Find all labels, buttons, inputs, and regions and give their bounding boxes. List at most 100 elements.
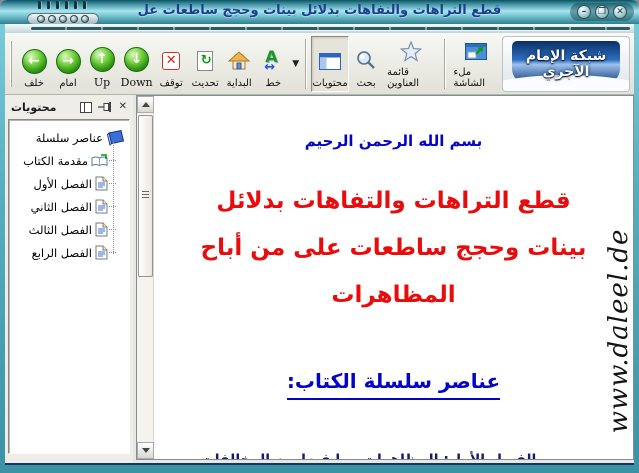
document-body: بسم الله الرحمن الرحيم قطع التراهات والت… (154, 96, 633, 459)
scroll-up-button[interactable] (137, 96, 154, 113)
stop-icon: ✕ (162, 52, 180, 70)
down-label: Down (121, 76, 153, 89)
forward-button[interactable]: → امام (51, 36, 85, 92)
window-controls: – ❐ ✕ (570, 3, 634, 21)
tree-item-chapter-1[interactable]: الفصل الأول (11, 172, 125, 195)
site-watermark: www.daleel.de (604, 216, 634, 446)
screw-icon (59, 15, 67, 23)
close-icon[interactable]: ✕ (613, 5, 627, 19)
tree-item-chapter-2[interactable]: الفصل الثاني (11, 195, 125, 218)
toolbar-separator (444, 39, 446, 89)
favorites-star-icon (400, 41, 422, 62)
toolbar: ← خلف → امام ↑ Up ↓ Down ✕ توقف ↻ تحديث (5, 33, 634, 95)
scroll-down-button[interactable] (137, 442, 154, 459)
window-title: قطع التراهات والتفاهات بدلائل بينات وحجج… (90, 3, 549, 18)
page-icon (95, 245, 108, 260)
sidebar-header: محتويات ✕ (8, 97, 130, 117)
font-dropdown-arrow-icon[interactable]: ▼ (292, 59, 299, 69)
contents-button[interactable]: محتويات (311, 36, 349, 92)
contents-tree: عناصر سلسلة مقدمة الكتاب (8, 119, 130, 454)
fullscreen-icon (465, 43, 487, 60)
font-label: خط (265, 78, 281, 89)
contents-icon (319, 53, 341, 70)
forward-label: امام (59, 78, 76, 89)
vent-slot (83, 1, 86, 9)
panel-toggle-icon[interactable] (80, 102, 92, 113)
window-body: ← خلف → امام ↑ Up ↓ Down ✕ توقف ↻ تحديث (5, 24, 634, 464)
down-button[interactable]: ↓ Down (119, 36, 154, 92)
pin-icon[interactable] (98, 102, 113, 112)
vent-slot (56, 1, 59, 9)
search-icon (355, 50, 377, 72)
sidebar-title: محتويات (11, 101, 56, 114)
sidebar-close-icon[interactable]: ✕ (119, 102, 127, 112)
screw-icon (81, 15, 89, 23)
toolbar-separator (305, 39, 307, 89)
tree-item-label: مقدمة الكتاب (23, 154, 88, 168)
vent-decoration (38, 1, 86, 9)
contents-label: محتويات (312, 78, 347, 89)
stop-button[interactable]: ✕ توقف (154, 36, 188, 92)
scroll-down-icon (142, 448, 150, 453)
tree-item-label: عناصر سلسلة (36, 131, 103, 145)
tree-item-chapter-4[interactable]: الفصل الرابع (11, 241, 125, 264)
maximize-icon[interactable]: ❐ (595, 5, 609, 19)
page-icon (95, 176, 108, 191)
up-label: Up (94, 76, 110, 89)
stop-label: توقف (160, 78, 183, 89)
back-icon: ← (22, 49, 47, 74)
refresh-icon: ↻ (197, 51, 213, 71)
back-label: خلف (24, 78, 44, 89)
forward-icon: → (56, 49, 81, 74)
fullscreen-label: ملء الشاشة (454, 67, 499, 89)
tree-item-series-root[interactable]: عناصر سلسلة (11, 126, 125, 149)
open-book-icon (91, 154, 108, 168)
home-button[interactable]: البداية (222, 36, 256, 92)
page-icon (95, 199, 108, 214)
vertical-scrollbar[interactable] (137, 96, 154, 459)
contents-sidebar: محتويات ✕ (5, 95, 133, 464)
screw-icon (70, 15, 78, 23)
page-icon (95, 222, 108, 237)
font-button[interactable]: A↔ خط (256, 36, 290, 92)
tree-item-label: الفصل الأول (33, 177, 92, 191)
up-button[interactable]: ↑ Up (85, 36, 119, 92)
tree-item-label: الفصل الثاني (31, 200, 92, 214)
back-button[interactable]: ← خلف (17, 36, 51, 92)
tree-item-introduction[interactable]: مقدمة الكتاب (11, 149, 125, 172)
scroll-up-icon (142, 102, 150, 107)
document-pane: بسم الله الرحمن الرحيم قطع التراهات والت… (136, 95, 634, 460)
groove-decoration (5, 24, 634, 33)
search-button[interactable]: بحث (349, 36, 383, 92)
screw-icon (48, 15, 56, 23)
tree-guide-line (113, 142, 114, 254)
book-icon (106, 129, 125, 146)
clipped-bottom-line: الفصل الأول: المظاهرات وما فيها من المخا… (184, 451, 553, 459)
fullscreen-button[interactable]: ملء الشاشة (450, 36, 503, 92)
toolbar-grip[interactable] (10, 41, 12, 87)
down-icon: ↓ (124, 47, 149, 72)
up-icon: ↑ (90, 47, 115, 72)
refresh-button[interactable]: ↻ تحديث (188, 36, 222, 92)
series-heading: عناصر سلسلة الكتاب: (287, 369, 500, 400)
bismillah-text: بسم الله الرحمن الرحيم (154, 132, 633, 150)
app-window: قطع التراهات والتفاهات بدلائل بينات وحجج… (0, 0, 639, 473)
bottom-frame-line (5, 463, 634, 465)
tree-item-chapter-3[interactable]: الفصل الثالث (11, 218, 125, 241)
minimize-icon[interactable]: – (577, 5, 591, 19)
network-logo: شبكة الإمام الآجري (502, 36, 630, 92)
book-main-title: قطع التراهات والتفاهات بدلائل بينات وحجج… (199, 178, 588, 319)
scrollbar-thumb[interactable] (138, 115, 153, 277)
vent-slot (38, 1, 41, 9)
tree-item-label: الفصل الرابع (32, 246, 92, 260)
sidebar-header-icons: ✕ (80, 102, 127, 113)
vent-slot (47, 1, 50, 9)
screw-icon (37, 15, 45, 23)
refresh-label: تحديث (192, 78, 219, 89)
logo-text: شبكة الإمام الآجري (503, 48, 629, 80)
home-icon (227, 50, 251, 72)
favorites-button[interactable]: قائمة العناوين (383, 36, 439, 92)
search-label: بحث (357, 78, 376, 89)
groove-line (31, 27, 630, 30)
tree-item-label: الفصل الثالث (29, 223, 92, 237)
